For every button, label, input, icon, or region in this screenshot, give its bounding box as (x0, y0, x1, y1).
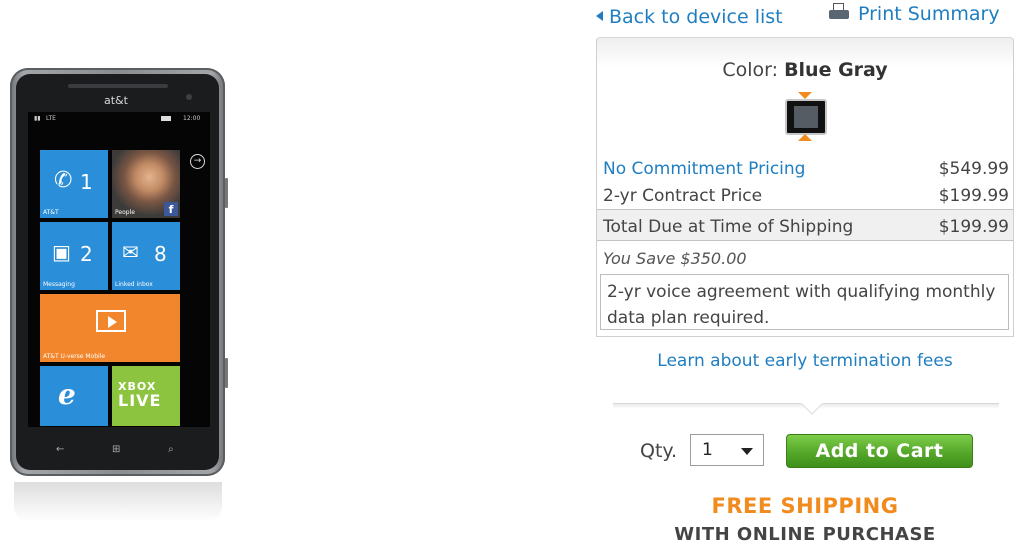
phone-screen: ▮▮ LTE 12:00 ✆ 1 AT&T People f → ▣ 2 Mes… (28, 112, 210, 427)
xbox-live-logo: XBOX LIVE (118, 380, 162, 410)
phone-handset-icon: ✆ (54, 168, 73, 193)
search-icon: ⌕ (168, 444, 174, 455)
divider-notch-inner (802, 403, 822, 413)
print-summary-link[interactable]: Print Summary (828, 3, 1000, 25)
contract-price: $199.99 (938, 186, 1009, 206)
selected-arrow-up-icon (798, 134, 812, 141)
tile-att-count: 1 (80, 170, 93, 194)
swatch-fill (794, 106, 818, 128)
color-label: Color: (722, 59, 779, 81)
facebook-icon: f (164, 202, 178, 216)
back-arrow-icon: ← (56, 444, 65, 455)
envelope-icon: ✉ (122, 240, 139, 264)
color-swatch-blue-gray[interactable] (784, 92, 828, 142)
add-to-cart-button[interactable]: Add to Cart (786, 434, 973, 468)
total-due-price: $199.99 (938, 217, 1009, 237)
selected-arrow-down-icon (798, 92, 812, 99)
signal-icon: ▮▮ (34, 115, 41, 122)
front-camera (186, 94, 192, 100)
phone-status-bar: ▮▮ LTE 12:00 (28, 112, 210, 124)
camera-button (225, 358, 228, 388)
phone-front: at&t ▮▮ LTE 12:00 ✆ 1 AT&T People f → ▣ … (16, 74, 219, 470)
tile-uverse: AT&T U-verse Mobile (40, 294, 180, 362)
savings-text: You Save $350.00 (603, 249, 747, 268)
message-bubble-icon: ▣ (52, 240, 71, 264)
print-link-label: Print Summary (858, 3, 1000, 25)
swatch-frame (785, 99, 827, 135)
battery-icon (161, 116, 171, 121)
phone-reflection (14, 482, 222, 522)
tile-people: People f (112, 150, 180, 218)
printer-icon (828, 3, 850, 21)
product-image: at&t ▮▮ LTE 12:00 ✆ 1 AT&T People f → ▣ … (0, 0, 300, 550)
total-due-row: Total Due at Time of Shipping $199.99 (597, 209, 1013, 241)
phone-body: at&t ▮▮ LTE 12:00 ✆ 1 AT&T People f → ▣ … (10, 68, 228, 476)
tile-internet-explorer: e (40, 366, 108, 426)
contract-price-label: 2-yr Contract Price (603, 186, 763, 206)
tile-linked-inbox-count: 8 (154, 242, 167, 266)
volume-button (225, 178, 228, 208)
xbox-line2: LIVE (118, 391, 162, 410)
network-type: LTE (46, 115, 56, 122)
arrow-right-icon: → (190, 154, 205, 169)
internet-explorer-icon: e (58, 378, 76, 411)
qty-label: Qty. (640, 440, 677, 462)
earpiece (68, 84, 168, 88)
qty-select[interactable]: 1 (690, 434, 764, 466)
caret-left-icon (596, 11, 603, 21)
color-value: Blue Gray (784, 59, 888, 81)
phone-clock: 12:00 (183, 115, 201, 122)
tile-linked-inbox-label: Linked inbox (115, 281, 153, 288)
no-commitment-price: $549.99 (938, 159, 1009, 179)
color-selector-label: Color: Blue Gray (597, 59, 1013, 81)
early-termination-fees-link[interactable]: Learn about early termination fees (596, 351, 1014, 371)
tile-xbox-live: XBOX LIVE (112, 366, 180, 426)
contract-price-row: 2-yr Contract Price $199.99 (597, 182, 1013, 208)
tile-messaging-label: Messaging (43, 281, 75, 288)
agreement-note: 2-yr voice agreement with qualifying mon… (600, 274, 1009, 330)
back-link-label: Back to device list (609, 6, 783, 28)
tile-linked-inbox: ✉ 8 Linked inbox (112, 222, 180, 290)
tv-play-icon (96, 310, 126, 332)
tile-uverse-label: AT&T U-verse Mobile (43, 353, 106, 360)
no-commitment-pricing-link[interactable]: No Commitment Pricing (603, 159, 805, 179)
carrier-logo: at&t (104, 94, 128, 107)
tile-people-label: People (115, 209, 135, 216)
tile-att: ✆ 1 AT&T (40, 150, 108, 218)
back-to-device-list-link[interactable]: Back to device list (596, 6, 783, 28)
total-due-label: Total Due at Time of Shipping (603, 217, 854, 237)
tile-att-label: AT&T (43, 209, 59, 216)
chevron-down-icon (741, 448, 753, 455)
qty-value: 1 (702, 440, 713, 460)
tile-messaging: ▣ 2 Messaging (40, 222, 108, 290)
tile-messaging-count: 2 (80, 242, 93, 266)
no-commitment-row: No Commitment Pricing $549.99 (597, 155, 1013, 181)
free-shipping-subline: WITH ONLINE PURCHASE (674, 524, 936, 545)
windows-logo-icon: ⊞ (112, 444, 121, 455)
pricing-panel: Color: Blue Gray No Commitment Pricing $… (596, 37, 1014, 337)
free-shipping-headline: FREE SHIPPING (711, 494, 899, 518)
